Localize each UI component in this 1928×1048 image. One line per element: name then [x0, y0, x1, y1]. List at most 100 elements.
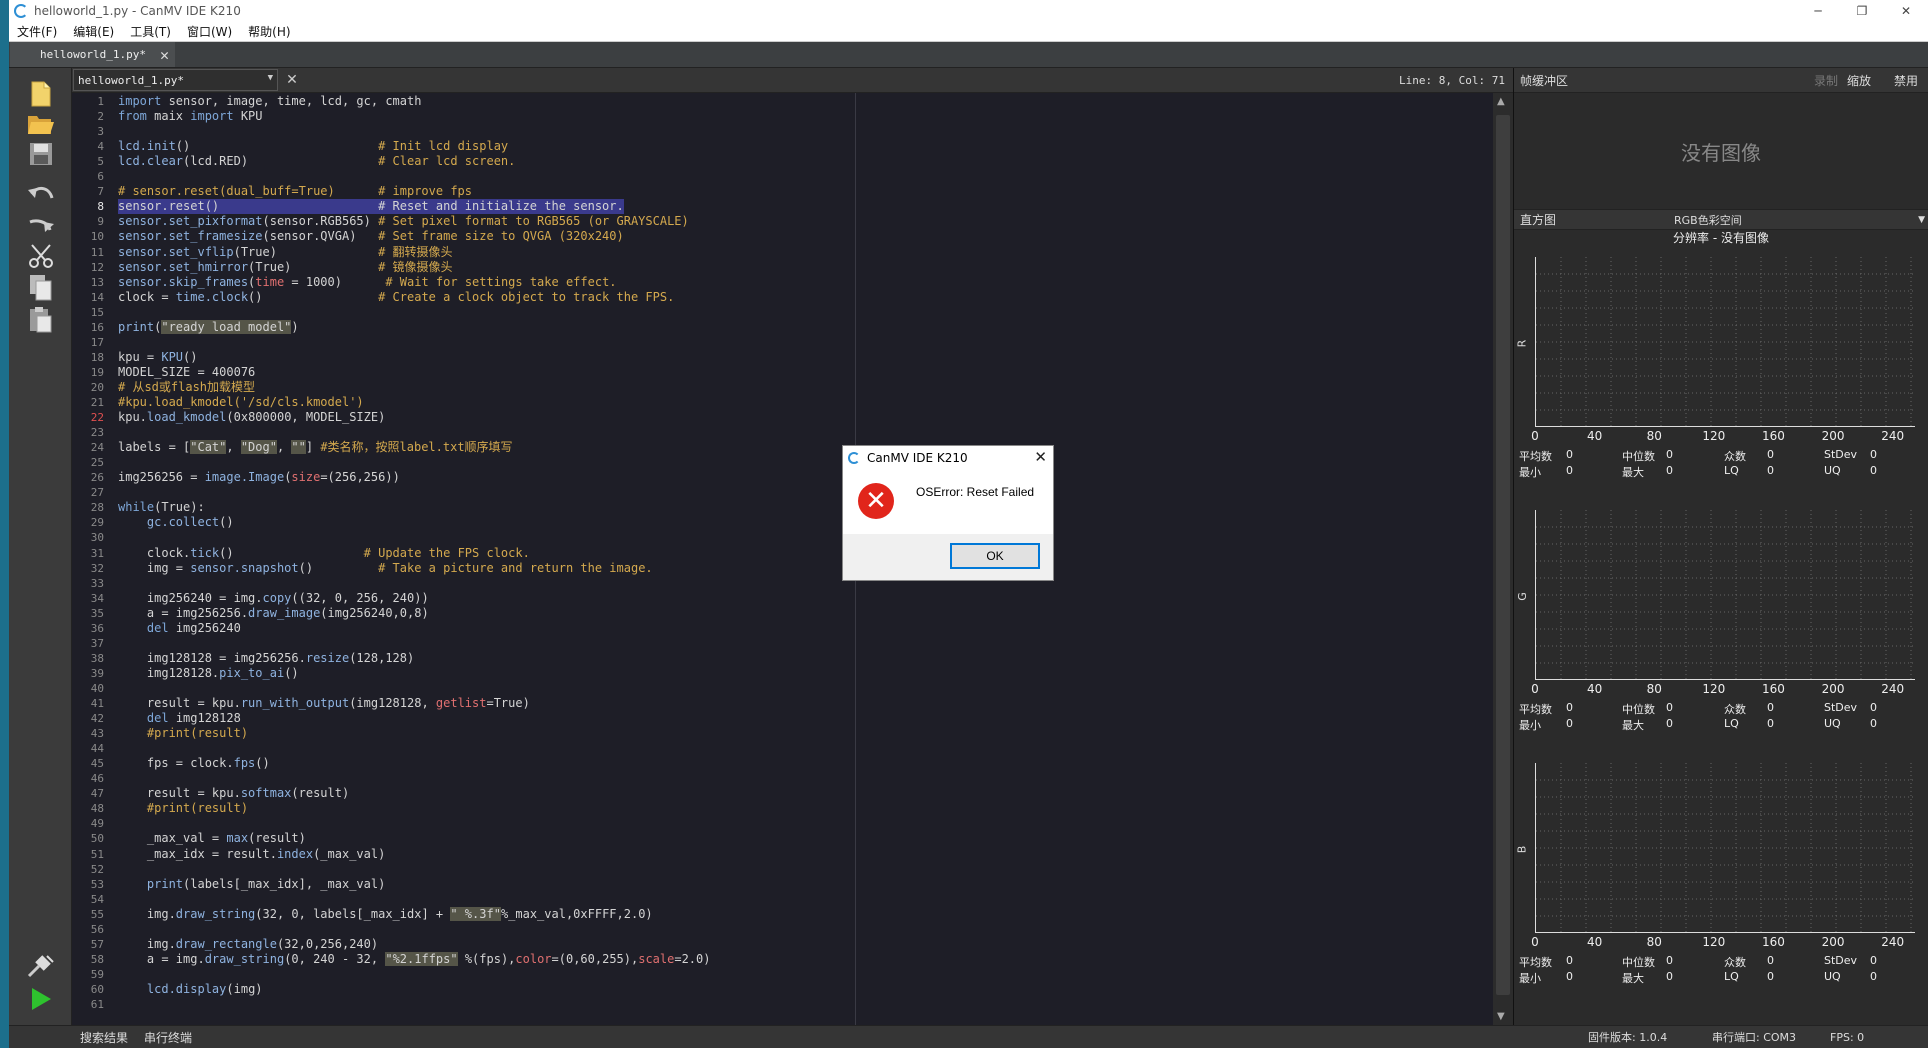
- stat-label: 平均数: [1519, 450, 1552, 463]
- stat-value: 0: [1566, 717, 1573, 730]
- code-line[interactable]: lcd.init() # Init lcd display: [118, 139, 508, 154]
- stat-label: StDev: [1824, 954, 1858, 967]
- record-button[interactable]: 录制: [1814, 72, 1838, 89]
- framebuffer-panel: 帧缓冲区 录制 缩放 禁用 没有图像 直方图 RGB色彩空间 ▼ 分辨率 - 没…: [1513, 68, 1928, 1025]
- framebuffer-header: 帧缓冲区 录制 缩放 禁用: [1514, 68, 1928, 93]
- menu-window[interactable]: 窗口(W): [179, 23, 240, 40]
- stat-value: 0: [1870, 717, 1877, 730]
- code-line[interactable]: sensor.set_hmirror(True) # 镜像摄像头: [118, 260, 453, 275]
- stat-value: 0: [1666, 464, 1673, 477]
- code-line[interactable]: img256256 = image.Image(size=(256,256)): [118, 470, 400, 485]
- close-tab-icon[interactable]: ✕: [160, 46, 169, 64]
- line-number: 34: [90, 591, 104, 605]
- channel-label: R: [1515, 339, 1529, 348]
- code-line[interactable]: labels = ["Cat", "Dog", ""] #类名称，按照label…: [118, 440, 513, 455]
- code-line[interactable]: a = img256256.draw_image(img256240,0,8): [118, 606, 429, 621]
- menu-file[interactable]: 文件(F): [9, 23, 65, 40]
- code-line[interactable]: # 从sd或flash加载模型: [118, 380, 255, 395]
- file-tab[interactable]: helloworld_1.py* ✕: [10, 42, 175, 67]
- code-line[interactable]: #print(result): [118, 801, 248, 816]
- redo-icon[interactable]: [25, 208, 57, 240]
- ok-button[interactable]: OK: [950, 543, 1040, 569]
- code-line[interactable]: sensor.set_pixformat(sensor.RGB565) # Se…: [118, 214, 689, 229]
- code-line[interactable]: sensor.set_vflip(True) # 翻转摄像头: [118, 245, 453, 260]
- menu-edit[interactable]: 编辑(E): [65, 23, 122, 40]
- code-line[interactable]: kpu.load_kmodel(0x800000, MODEL_SIZE): [118, 410, 385, 425]
- x-tick-label: 200: [1821, 429, 1845, 443]
- histogram-channel: G 0 40 80 120 160 200 240 平均数 0 中位数 0 众数 0 StDev 0 最小 0 最大…: [1514, 510, 1928, 760]
- code-line[interactable]: del img256240: [118, 621, 241, 636]
- code-line[interactable]: _max_idx = result.index(_max_val): [118, 847, 385, 862]
- line-number: 20: [90, 380, 104, 394]
- fps-readout: FPS: 0: [1830, 1030, 1865, 1044]
- code-line[interactable]: while(True):: [118, 500, 205, 515]
- scroll-up-icon[interactable]: ▲: [1497, 96, 1505, 107]
- code-line[interactable]: img128128 = img256256.resize(128,128): [118, 651, 414, 666]
- code-line[interactable]: img128128.pix_to_ai(): [118, 666, 299, 681]
- editor-scrollbar[interactable]: ▲ ▼: [1493, 93, 1513, 1025]
- cut-icon[interactable]: [25, 240, 57, 272]
- code-line[interactable]: result = kpu.softmax(result): [118, 786, 349, 801]
- scroll-down-icon[interactable]: ▼: [1497, 1011, 1505, 1022]
- code-line[interactable]: gc.collect(): [118, 515, 234, 530]
- open-file-icon[interactable]: [25, 108, 57, 140]
- menu-tools[interactable]: 工具(T): [122, 23, 179, 40]
- code-line[interactable]: clock.tick() # Update the FPS clock.: [118, 546, 530, 561]
- paste-icon[interactable]: [25, 304, 57, 336]
- code-line[interactable]: del img128128: [118, 711, 241, 726]
- code-editor[interactable]: 1 2 3 4 5 6 7 8 9 10 11 12 13 14 15 16 17 18 19 20 21 22 23 24 2…: [72, 93, 1513, 1025]
- stat-label: 众数: [1724, 956, 1746, 969]
- code-line[interactable]: sensor.set_framesize(sensor.QVGA) # Set …: [118, 229, 624, 244]
- run-icon[interactable]: [25, 983, 57, 1015]
- stat-value: 0: [1666, 448, 1673, 461]
- code-line[interactable]: lcd.display(img): [118, 982, 263, 997]
- save-icon[interactable]: [25, 138, 57, 170]
- code-line[interactable]: MODEL_SIZE = 400076: [118, 365, 255, 380]
- menu-help[interactable]: 帮助(H): [240, 23, 298, 40]
- code-line[interactable]: a = img.draw_string(0, 240 - 32, "%2.1ff…: [118, 951, 710, 967]
- code-line[interactable]: lcd.clear(lcd.RED) # Clear lcd screen.: [118, 154, 515, 169]
- code-line[interactable]: #kpu.load_kmodel('/sd/cls.kmodel'): [118, 395, 364, 410]
- new-file-icon[interactable]: [25, 78, 57, 110]
- code-line[interactable]: print(labels[_max_idx], _max_val): [118, 877, 385, 892]
- serial-terminal-tab[interactable]: 串行终端: [136, 1029, 200, 1046]
- serial-port: 串行端口: COM3: [1712, 1031, 1797, 1044]
- undo-icon[interactable]: [25, 178, 57, 210]
- zoom-button[interactable]: 缩放: [1847, 72, 1871, 89]
- line-number: 59: [90, 967, 104, 981]
- code-area[interactable]: import sensor, image, time, lcd, gc, cma…: [110, 93, 1493, 1025]
- code-line[interactable]: sensor.skip_frames(time = 1000) # Wait f…: [118, 275, 617, 290]
- connect-icon[interactable]: [25, 950, 57, 982]
- line-number: 49: [90, 817, 104, 831]
- maximize-button[interactable]: ❐: [1840, 0, 1884, 22]
- code-line[interactable]: # sensor.reset(dual_buff=True) # improve…: [118, 184, 472, 199]
- close-document-icon[interactable]: ✕: [282, 72, 302, 88]
- code-line[interactable]: img256240 = img.copy((32, 0, 256, 240)): [118, 591, 429, 606]
- code-line[interactable]: img.draw_string(32, 0, labels[_max_idx] …: [118, 906, 653, 922]
- x-tick-label: 160: [1761, 935, 1785, 949]
- code-line[interactable]: img = sensor.snapshot() # Take a picture…: [118, 561, 653, 576]
- code-line[interactable]: _max_val = max(result): [118, 831, 306, 846]
- close-window-button[interactable]: ✕: [1884, 0, 1928, 22]
- document-selector[interactable]: helloworld_1.py* ▼: [73, 69, 278, 91]
- code-line[interactable]: img.draw_rectangle(32,0,256,240): [118, 937, 378, 952]
- histogram-grid: [1536, 763, 1916, 933]
- code-line-current[interactable]: sensor.reset() # Reset and initialize th…: [118, 199, 624, 215]
- dialog-close-icon[interactable]: ✕: [1034, 448, 1047, 466]
- scrollbar-thumb[interactable]: [1496, 115, 1510, 995]
- minimize-button[interactable]: ─: [1796, 0, 1840, 22]
- code-line[interactable]: clock = time.clock() # Create a clock ob…: [118, 290, 674, 305]
- code-line[interactable]: import sensor, image, time, lcd, gc, cma…: [118, 94, 421, 109]
- code-line[interactable]: result = kpu.run_with_output(img128128, …: [118, 696, 530, 711]
- code-line[interactable]: from maix import KPU: [118, 109, 263, 124]
- search-results-tab[interactable]: 搜索结果: [72, 1029, 136, 1046]
- colorspace-select[interactable]: RGB色彩空间 ▼: [1674, 211, 1927, 229]
- line-number: 14: [90, 290, 104, 304]
- code-line[interactable]: print("ready load model"): [118, 319, 299, 335]
- code-line[interactable]: fps = clock.fps(): [118, 756, 270, 771]
- copy-icon[interactable]: [25, 272, 57, 304]
- left-toolbar: [9, 68, 72, 1025]
- disable-button[interactable]: 禁用: [1894, 72, 1918, 89]
- code-line[interactable]: kpu = KPU(): [118, 350, 198, 365]
- code-line[interactable]: #print(result): [118, 726, 248, 741]
